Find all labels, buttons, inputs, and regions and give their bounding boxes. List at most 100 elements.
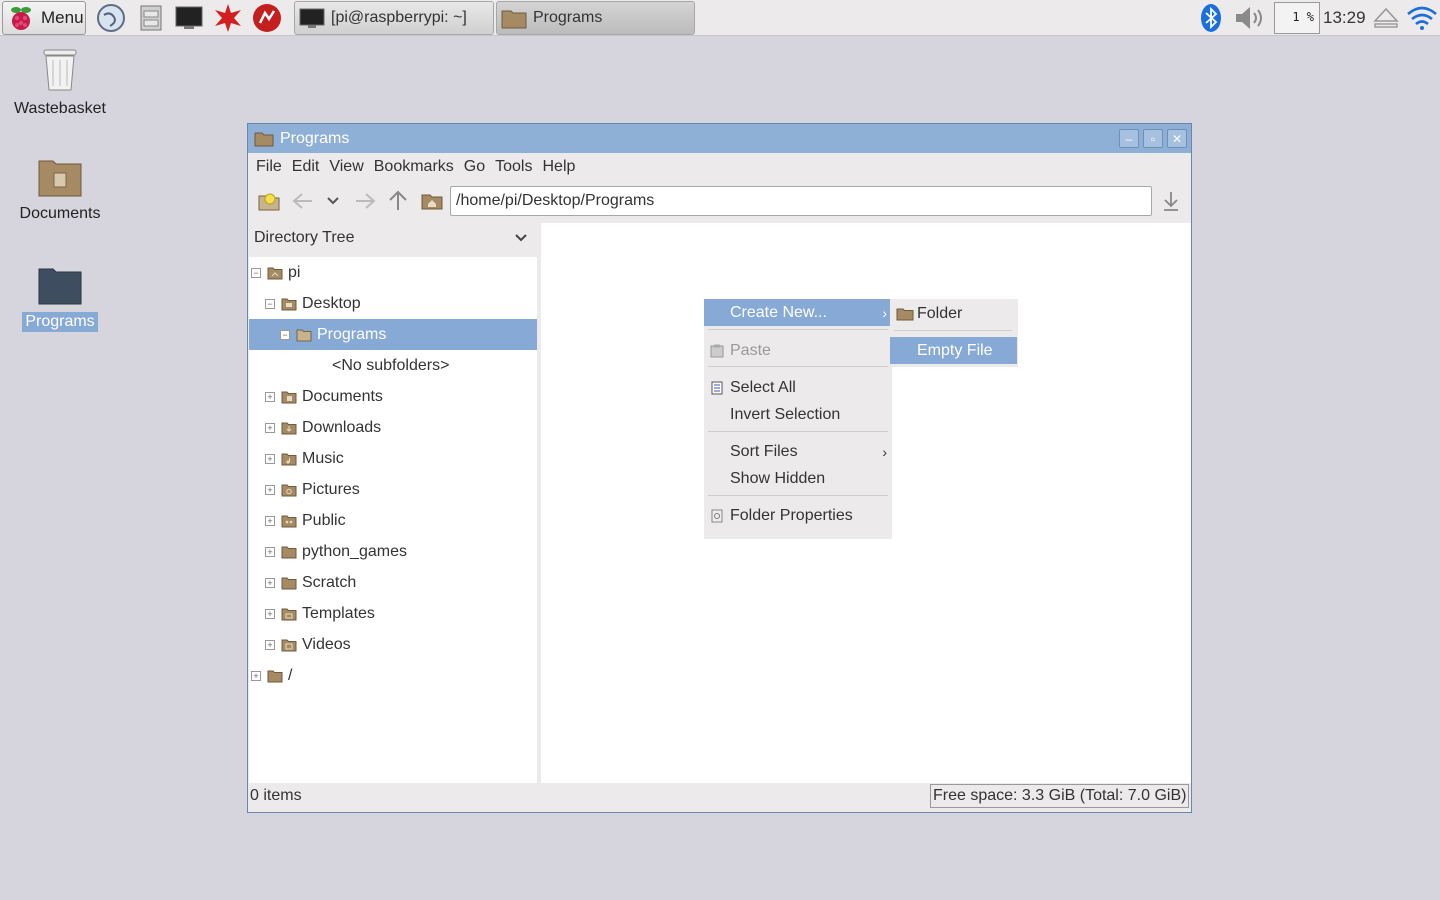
collapse-toggle[interactable]: − [265,298,275,309]
menu-item-invert-selection[interactable]: Invert Selection [704,401,891,428]
folder-icon [267,670,283,682]
expand-toggle[interactable]: + [265,546,275,557]
desktop-icon-wastebasket[interactable]: Wastebasket [0,46,120,119]
tree-item-pi[interactable]: − pi [249,257,537,288]
tree-item-templates[interactable]: + Templates [249,598,537,629]
eject-tray[interactable] [1371,4,1401,32]
taskbar: Menu [pi@raspberrypi: ~] Programs 1 % 13… [0,0,1440,36]
menu-item-paste[interactable]: Paste [704,337,891,364]
expand-toggle[interactable]: + [265,391,275,402]
properties-icon [711,509,723,522]
expand-toggle[interactable]: + [265,577,275,588]
close-button[interactable]: ✕ [1167,129,1187,148]
chevron-down-icon [515,234,527,242]
trash-icon [43,49,77,91]
tree-item-public[interactable]: + Public [249,505,537,536]
back-arrow-icon [292,193,312,209]
tree-item-label: Programs [317,325,387,343]
tree-item-python-games[interactable]: + python_games [249,536,537,567]
history-dropdown[interactable] [320,188,346,214]
menu-separator [894,330,1012,331]
collapse-toggle[interactable]: − [280,329,290,340]
expand-toggle[interactable]: + [265,484,275,495]
tree-item-programs[interactable]: − Programs [249,319,537,350]
tree-item-label: Templates [302,604,375,622]
tree-item-music[interactable]: + Music [249,443,537,474]
menu-separator [708,431,888,432]
up-button[interactable] [385,188,411,214]
folder-icon [281,546,297,558]
terminal-launcher[interactable] [173,2,205,34]
menu-tools[interactable]: Tools [490,158,537,176]
menu-item-select-all[interactable]: Select All [704,374,891,401]
menu-file[interactable]: File [251,158,287,176]
select-all-icon [711,381,723,394]
desktop-icon-programs[interactable]: Programs [0,263,120,332]
tree-item-pictures[interactable]: + Pictures [249,474,537,505]
expand-toggle[interactable]: + [251,670,261,681]
menu-item-label: Show Hidden [730,469,826,487]
task-terminal[interactable]: [pi@raspberrypi: ~] [294,1,494,35]
folder-icon [501,10,527,29]
volume-tray[interactable] [1232,4,1268,32]
wifi-tray[interactable] [1405,4,1439,32]
menu-item-folder-properties[interactable]: Folder Properties [704,502,891,529]
window-titlebar[interactable]: Programs [248,124,1191,153]
paste-icon [710,344,724,357]
menu-edit[interactable]: Edit [287,158,325,176]
collapse-toggle[interactable]: − [251,267,261,278]
side-pane: Directory Tree − pi − Desktop − Programs… [248,221,537,783]
clock[interactable]: 13:29 [1323,8,1366,28]
new-tab-button[interactable] [256,188,282,214]
documents-folder-icon [38,160,82,197]
desktop-folder-icon [281,298,297,310]
menu-go[interactable]: Go [459,158,490,176]
maximize-button[interactable]: ▫ [1143,129,1163,148]
mathematica-launcher[interactable] [212,2,244,34]
submenu-item-empty-file[interactable]: Empty File [890,337,1017,364]
submenu-item-label: Folder [917,304,963,322]
bluetooth-icon [1201,4,1221,32]
home-button[interactable] [419,188,445,214]
directory-tree: − pi − Desktop − Programs <No subfolders… [249,257,537,783]
tree-item-videos[interactable]: + Videos [249,629,537,660]
web-browser-launcher[interactable] [95,2,127,34]
expand-toggle[interactable]: + [265,422,275,433]
bluetooth-tray[interactable] [1198,4,1224,32]
menu-item-sort-files[interactable]: Sort Files › [704,438,891,465]
new-tab-icon [258,193,280,211]
expand-toggle[interactable]: + [265,608,275,619]
menu-button[interactable]: Menu [2,1,86,35]
tree-item-desktop[interactable]: − Desktop [249,288,537,319]
submenu-item-folder[interactable]: Folder [890,300,1017,327]
back-button[interactable] [290,188,316,214]
expand-toggle[interactable]: + [265,453,275,464]
cpu-monitor[interactable]: 1 % [1274,2,1320,34]
expand-toggle[interactable]: + [265,639,275,650]
file-manager-launcher[interactable] [135,2,167,34]
menu-item-show-hidden[interactable]: Show Hidden [704,465,891,492]
jump-icon [1164,192,1178,211]
forward-arrow-icon [356,193,376,209]
menu-help[interactable]: Help [537,158,580,176]
forward-button[interactable] [352,188,378,214]
go-button[interactable] [1158,188,1184,214]
home-folder-icon [421,194,443,210]
tree-item-root[interactable]: + / [249,660,537,691]
side-pane-mode-select[interactable]: Directory Tree [248,221,537,255]
tree-item-label: Scratch [302,573,357,591]
desktop-icon-documents[interactable]: Documents [0,155,120,224]
task-programs[interactable]: Programs [496,1,695,35]
tree-item-downloads[interactable]: + Downloads [249,412,537,443]
expand-toggle[interactable]: + [265,515,275,526]
menu-item-create-new[interactable]: Create New... › [704,299,891,326]
minimize-button[interactable]: – [1119,129,1139,148]
tree-item-scratch[interactable]: + Scratch [249,567,537,598]
tree-item-documents[interactable]: + Documents [249,381,537,412]
tree-item-label: python_games [302,542,407,560]
location-bar[interactable]: /home/pi/Desktop/Programs [450,186,1152,216]
menu-bookmarks[interactable]: Bookmarks [369,158,459,176]
menu-view[interactable]: View [324,158,368,176]
folder-icon [281,577,297,589]
wolfram-launcher[interactable] [251,2,283,34]
